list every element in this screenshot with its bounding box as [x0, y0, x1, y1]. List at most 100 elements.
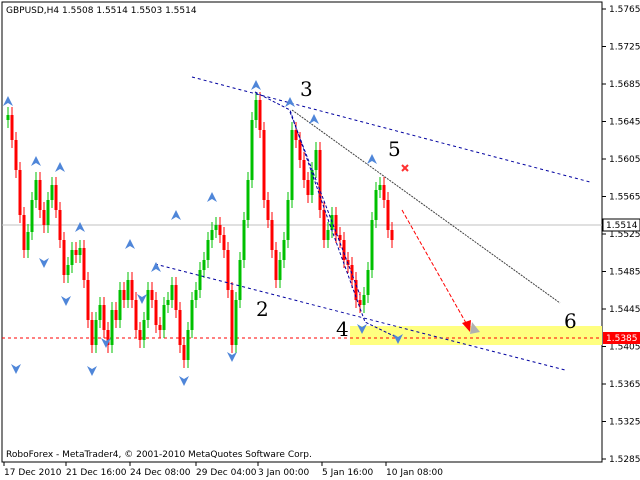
price-tick-label: 1.5485 [609, 268, 640, 278]
candle-body [210, 230, 214, 240]
candle-body [30, 200, 34, 232]
candle-body [154, 300, 158, 325]
candle-body [170, 285, 174, 300]
candle-body [206, 240, 210, 260]
candle-body [258, 100, 262, 130]
price-axis: 1.5765 1.5725 1.5685 1.5645 1.5605 1.5565 1.55… [602, 5, 640, 465]
candle-body [130, 280, 134, 300]
time-axis: 17 Dec 2010 21 Dec 16:00 24 Dec 08:00 29 De… [3, 462, 443, 478]
candle-body [198, 270, 202, 290]
candle-body [22, 215, 26, 250]
candle-body [114, 310, 118, 320]
candle-body [254, 100, 258, 120]
candle-body [182, 345, 186, 360]
candle-body [126, 280, 130, 300]
candle-body [298, 140, 302, 160]
chart-window[interactable]: 2 3 4 5 6 GBPUSD,H4 1.5508 1.5514 1.5503… [0, 0, 640, 480]
price-tick-label: 1.5685 [609, 80, 640, 90]
price-tick-label: 1.5765 [609, 5, 640, 15]
copyright-footer: RoboForex - MetaTrader4, © 2001-2010 Met… [6, 450, 312, 460]
candle-body [82, 248, 86, 280]
candle-body [270, 220, 274, 250]
target-price-label: 1.5385 [606, 334, 638, 344]
time-tick-label: 10 Jan 08:00 [386, 468, 443, 478]
candle-body [70, 250, 74, 265]
candle-body [318, 150, 322, 210]
candle-body [302, 160, 306, 180]
candle-body [74, 250, 78, 255]
candle-body [174, 285, 178, 310]
candle-body [50, 185, 54, 200]
candle-body [46, 200, 50, 225]
price-tick-label: 1.5325 [609, 418, 640, 428]
candle-body [134, 300, 138, 330]
candle-body [218, 225, 222, 235]
candle-body [322, 210, 326, 240]
candle-body [226, 250, 230, 290]
candle-body [42, 210, 46, 225]
candle-body [142, 320, 146, 340]
candle-body [386, 200, 390, 230]
candle-body [242, 220, 246, 260]
time-tick-label: 29 Dec 04:00 [196, 468, 257, 478]
candle-body [54, 185, 58, 210]
candle-body [374, 190, 378, 220]
time-tick-label: 17 Dec 2010 [4, 468, 62, 478]
candle-body [118, 290, 122, 320]
candle-body [6, 115, 10, 120]
candle-body [274, 250, 278, 280]
candle-body [122, 290, 126, 300]
time-tick-label: 24 Dec 08:00 [130, 468, 191, 478]
price-tick-label: 1.5605 [609, 155, 640, 165]
candle-body [250, 120, 254, 180]
candle-body [230, 290, 234, 345]
wave-label-5: 5 [388, 137, 401, 161]
candle-body [334, 215, 338, 235]
price-tick-label: 1.5645 [609, 118, 640, 128]
candle-body [378, 185, 382, 190]
candle-body [282, 240, 286, 260]
candle-body [38, 180, 42, 210]
price-tick-label: 1.5285 [609, 455, 640, 465]
candle-body [390, 230, 394, 240]
candle-body [238, 260, 242, 300]
candle-body [314, 150, 318, 170]
price-tick-label: 1.5365 [609, 380, 640, 390]
time-tick-label: 5 Jan 16:00 [322, 468, 374, 478]
wave-label-4: 4 [336, 317, 349, 341]
candle-body [222, 235, 226, 250]
candle-body [306, 180, 310, 195]
wave-label-3: 3 [300, 77, 313, 101]
candle-body [62, 240, 66, 275]
candle-body [94, 320, 98, 345]
candle-body [58, 210, 62, 240]
wave-label-2: 2 [256, 297, 269, 321]
price-tick-label: 1.5725 [609, 43, 640, 53]
candle-body [138, 330, 142, 340]
time-tick-label: 21 Dec 16:00 [66, 468, 127, 478]
candle-body [150, 290, 154, 300]
wave-label-6: 6 [564, 309, 577, 333]
chart-frame [1, 1, 603, 463]
candle-body [146, 290, 150, 320]
candle-body [26, 232, 30, 250]
candle-body [34, 180, 38, 200]
candle-body [234, 300, 238, 345]
time-tick-label: 3 Jan 00:00 [258, 468, 310, 478]
candle-body [102, 305, 106, 330]
candle-body [290, 130, 294, 200]
candle-body [98, 305, 102, 320]
candle-body [246, 180, 250, 220]
candle-body [366, 270, 370, 295]
candle-body [362, 295, 366, 305]
candle-body [194, 290, 198, 300]
candle-body [14, 140, 18, 170]
candle-body [370, 220, 374, 270]
candle-body [166, 300, 170, 305]
candle-body [110, 310, 114, 345]
symbol-header: GBPUSD,H4 1.5508 1.5514 1.5503 1.5514 [6, 6, 197, 16]
candle-body [382, 185, 386, 200]
candle-body [214, 225, 218, 230]
bid-price-label: 1.5514 [606, 221, 638, 231]
candle-body [326, 230, 330, 240]
